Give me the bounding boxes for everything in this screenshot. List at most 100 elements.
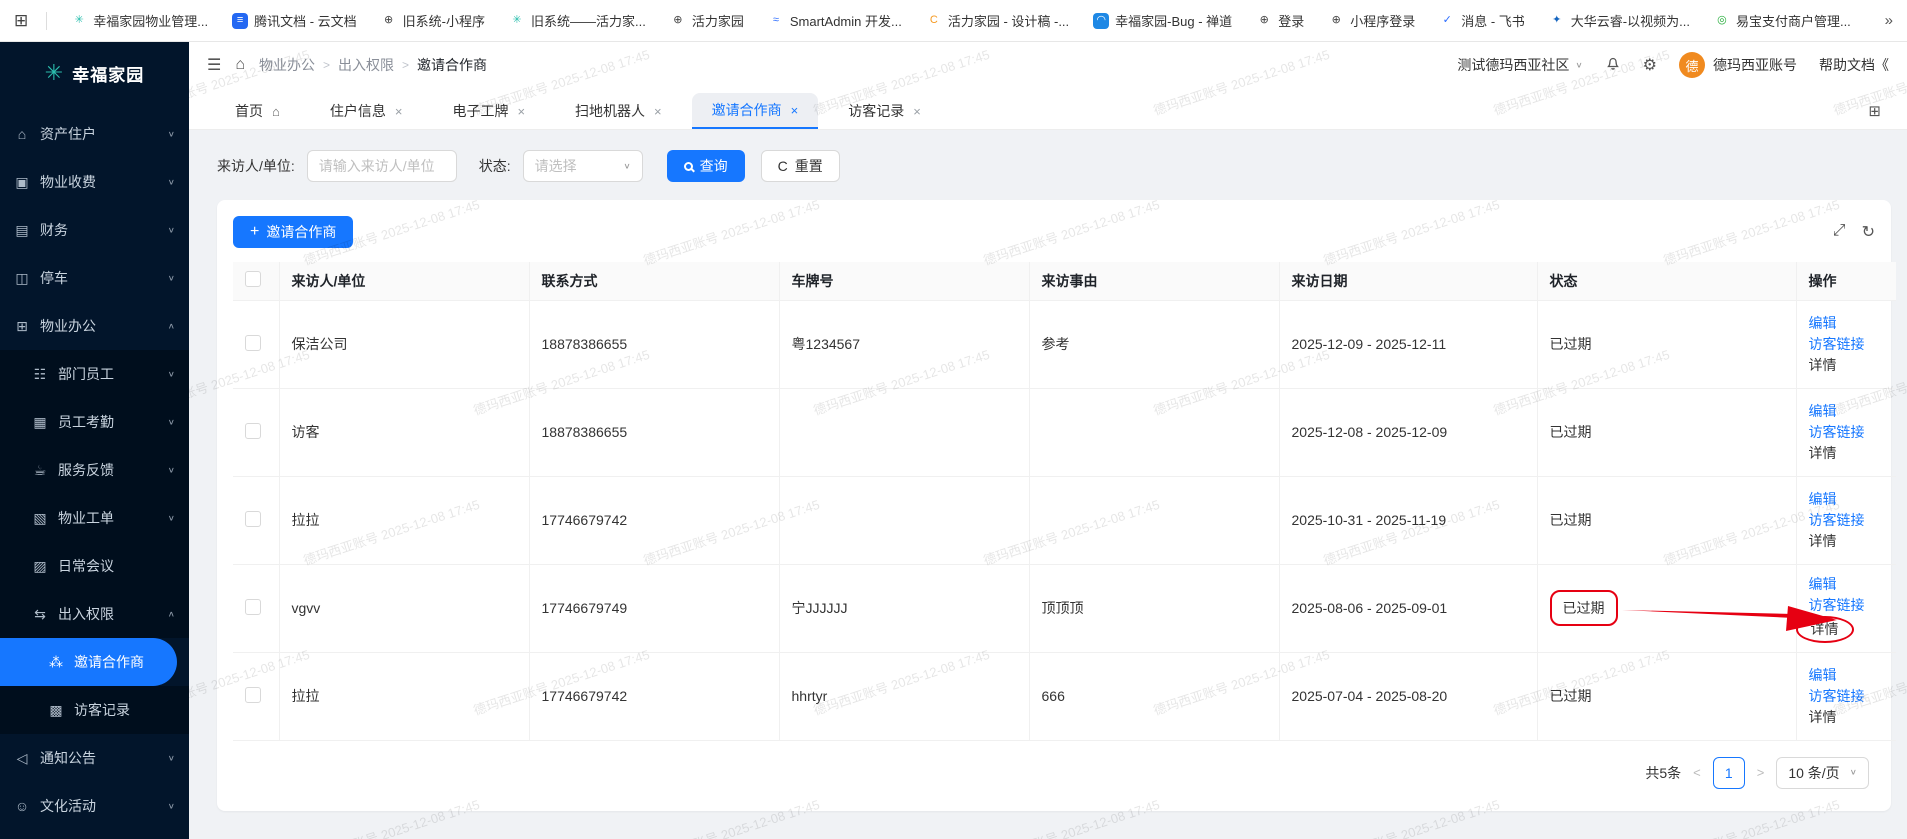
sidebar-item-notice[interactable]: ◁ 通知公告 ∨ — [0, 734, 189, 782]
action-detail[interactable]: 详情 — [1795, 615, 1885, 643]
bell-icon[interactable] — [1605, 55, 1621, 76]
sidebar-item-property-fees[interactable]: ▣ 物业收费 ∨ — [0, 158, 189, 206]
tab-邀请合作商[interactable]: 邀请合作商 × — [691, 93, 819, 129]
row-checkbox[interactable] — [245, 334, 261, 351]
bookmarks-overflow-icon[interactable]: » — [1885, 12, 1893, 29]
action-edit[interactable]: 编辑 — [1809, 313, 1885, 334]
fullscreen-icon[interactable]: ⤢ — [1833, 222, 1846, 242]
tab-电子工牌[interactable]: 电子工牌 × — [432, 93, 545, 129]
gear-icon[interactable]: ⚙ — [1643, 55, 1657, 75]
sidebar-item-invite-partner[interactable]: ⁂ 邀请合作商 — [0, 638, 177, 686]
bookmark-huoli-home[interactable]: ⊕ 活力家园 — [660, 7, 754, 34]
close-icon[interactable]: × — [395, 104, 403, 119]
help-docs-link[interactable]: 帮助文档《 — [1819, 55, 1889, 75]
page-size-value: 10 条/页 — [1788, 764, 1840, 781]
action-visitor-link[interactable]: 访客链接 — [1809, 422, 1885, 443]
close-icon[interactable]: × — [517, 104, 525, 119]
cell-visitor: 访客 — [279, 388, 530, 477]
action-visitor-link[interactable]: 访客链接 — [1809, 686, 1885, 707]
tab-住户信息[interactable]: 住户信息 × — [310, 93, 423, 129]
sidebar-item-access-permission[interactable]: ⇆ 出入权限 ∧ — [0, 590, 189, 638]
select-all-checkbox[interactable] — [245, 271, 261, 288]
community-selector[interactable]: 测试德玛西亚社区 ∨ — [1457, 55, 1582, 75]
reset-button[interactable]: C 重置 — [760, 150, 840, 182]
prev-page-icon[interactable]: < — [1693, 765, 1701, 780]
action-visitor-link[interactable]: 访客链接 — [1809, 334, 1885, 355]
breadcrumb-item[interactable]: 物业办公 — [259, 55, 315, 75]
bookmark-tencent-docs[interactable]: ≡ 腾讯文档 - 云文档 — [222, 7, 367, 34]
sidebar-item-parking[interactable]: ◫ 停车 ∨ — [0, 254, 189, 302]
sidebar-item-property-workorder[interactable]: ▧ 物业工单 ∨ — [0, 494, 189, 542]
bookmark-xingfu-admin[interactable]: ✳ 幸福家园物业管理... — [61, 7, 218, 34]
account-menu[interactable]: 德 德玛西亚账号 — [1679, 52, 1797, 78]
status-select[interactable]: 请选择 ∨ — [522, 150, 643, 182]
action-edit[interactable]: 编辑 — [1809, 489, 1885, 510]
close-icon[interactable]: × — [654, 104, 662, 119]
sidebar-item-device-alert[interactable]: ◔设备预警∨ — [0, 830, 189, 839]
row-checkbox[interactable] — [245, 598, 261, 615]
refresh-table-icon[interactable]: ↻ — [1862, 222, 1875, 242]
row-checkbox[interactable] — [245, 422, 261, 439]
sidebar-item-assets-residents[interactable]: ⌂ 资产住户 ∨ — [0, 110, 189, 158]
row-checkbox[interactable] — [245, 686, 261, 703]
cell-actions: 编辑 访客链接 详情 — [1796, 652, 1896, 741]
row-checkbox[interactable] — [245, 510, 261, 527]
action-visitor-link[interactable]: 访客链接 — [1809, 510, 1885, 531]
sidebar-item-daily-meeting[interactable]: ▨ 日常会议 — [0, 542, 189, 590]
bookmark-miniapp-login-icon: ⊕ — [1331, 14, 1341, 26]
bookmark-miniapp-login[interactable]: ⊕ 小程序登录 — [1318, 7, 1425, 34]
apps-grid-icon[interactable]: ⊞ — [14, 11, 28, 31]
action-edit[interactable]: 编辑 — [1809, 665, 1885, 686]
close-icon[interactable]: × — [791, 103, 799, 118]
search-button[interactable]: 查询 — [666, 150, 745, 182]
tab-访客记录[interactable]: 访客记录 × — [828, 93, 941, 129]
next-page-icon[interactable]: > — [1757, 765, 1765, 780]
bookmark-yeepay[interactable]: ◎ 易宝支付商户管理... — [1704, 7, 1861, 34]
menu-collapse-icon[interactable]: ☰ — [207, 55, 221, 75]
home-icon: ⌂ — [272, 103, 280, 119]
breadcrumb-item[interactable]: 出入权限 — [338, 55, 394, 75]
bookmark-smartadmin[interactable]: ≈ SmartAdmin 开发... — [758, 7, 912, 34]
table-row: 保洁公司 18878386655 粤1234567 参考 2025-12-09 - 20… — [233, 300, 1896, 389]
invite-partner-button[interactable]: + 邀请合作商 — [233, 216, 354, 248]
bookmark-dahua-cloud-icon: ✦ — [1552, 14, 1562, 26]
bookmark-tencent-docs-icon: ≡ — [232, 12, 249, 29]
layout-grid-icon[interactable]: ⊞ — [1868, 102, 1881, 120]
chevron-down-icon: ∨ — [167, 225, 175, 235]
page-size-select[interactable]: 10 条/页 ∨ — [1776, 756, 1869, 789]
action-visitor-link[interactable]: 访客链接 — [1809, 595, 1885, 616]
sidebar-item-finance[interactable]: ▤ 财务 ∨ — [0, 206, 189, 254]
action-edit[interactable]: 编辑 — [1809, 401, 1885, 422]
bookmark-old-miniapp[interactable]: ⊕ 旧系统-小程序 — [371, 7, 495, 34]
bookmark-zentao-bug[interactable]: ◠ 幸福家园-Bug - 禅道 — [1083, 7, 1242, 34]
cell-reason: 顶顶顶 — [1029, 564, 1280, 653]
cell-visitor: 拉拉 — [279, 652, 530, 741]
property-fees-icon: ▣ — [15, 173, 29, 190]
sidebar-item-dept-staff[interactable]: ☷ 部门员工 ∨ — [0, 350, 189, 398]
bookmark-feishu[interactable]: ✓ 消息 - 飞书 — [1429, 7, 1535, 34]
sidebar-item-staff-attendance[interactable]: ▦ 员工考勤 ∨ — [0, 398, 189, 446]
sidebar-item-service-feedback[interactable]: ☕ 服务反馈 ∨ — [0, 446, 189, 494]
sidebar-item-culture-activity[interactable]: ☺ 文化活动 ∨ — [0, 782, 189, 830]
home-icon[interactable]: ⌂ — [235, 56, 245, 74]
bookmark-login[interactable]: ⊕ 登录 — [1246, 7, 1314, 34]
visitor-input[interactable]: 请输入来访人/单位 — [306, 150, 457, 182]
table-header-row: 来访人/单位 联系方式 车牌号 来访事由 来访日期 状态 操作 — [233, 262, 1896, 301]
page-number[interactable]: 1 — [1712, 756, 1745, 789]
action-edit[interactable]: 编辑 — [1809, 574, 1885, 595]
sidebar-item-property-office[interactable]: ⊞ 物业办公 ∧ — [0, 302, 189, 350]
action-detail[interactable]: 详情 — [1809, 355, 1885, 376]
cell-checkbox — [233, 476, 280, 565]
sidebar-item-visitor-records[interactable]: ▩ 访客记录 — [0, 686, 189, 734]
tab-首页[interactable]: 首页 ⌂ — [215, 93, 300, 129]
action-detail[interactable]: 详情 — [1809, 707, 1885, 728]
tab-扫地机器人[interactable]: 扫地机器人 × — [555, 93, 682, 129]
action-detail[interactable]: 详情 — [1809, 531, 1885, 552]
bookmark-dahua-cloud[interactable]: ✦ 大华云睿-以视频为... — [1539, 7, 1700, 34]
bookmark-design-draft[interactable]: C 活力家园 - 设计稿 -... — [916, 7, 1079, 34]
bookmark-old-huoli[interactable]: ✳ 旧系统——活力家... — [499, 7, 656, 34]
sidebar-item-label: 物业工单 — [58, 510, 114, 526]
close-icon[interactable]: × — [913, 104, 921, 119]
tabs: 首页 ⌂ 住户信息 × 电子工牌 × 扫地机器人 × 邀请合作商 × 访客记录 × — [215, 93, 941, 129]
action-detail[interactable]: 详情 — [1809, 443, 1885, 464]
